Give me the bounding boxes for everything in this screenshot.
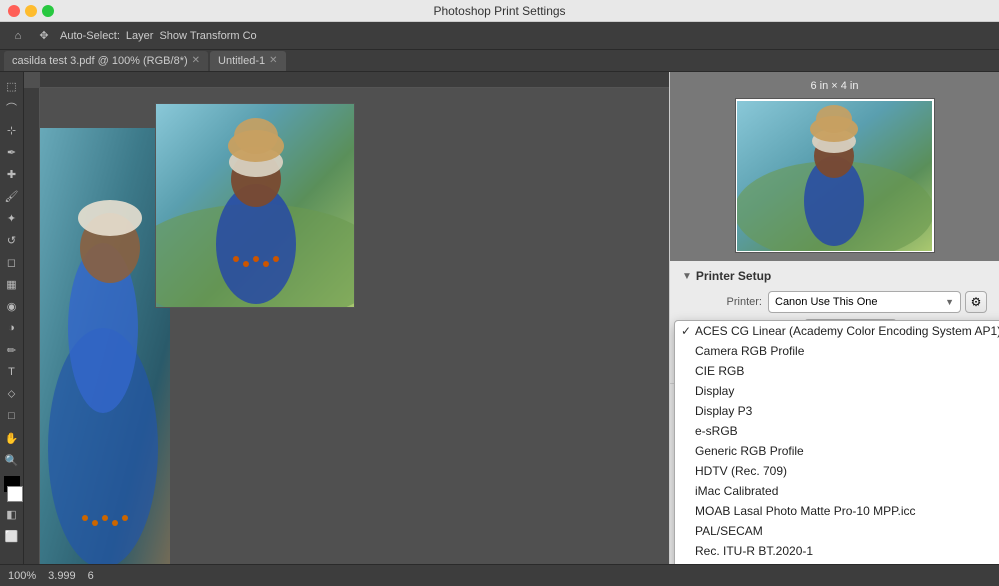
print-preview-image (737, 101, 932, 251)
tool-heal[interactable]: ✚ (2, 164, 22, 184)
toolbar: ⌂ ✥ Auto-Select: Layer Show Transform Co (0, 22, 999, 50)
printer-select-arrow: ▼ (945, 297, 954, 307)
show-transform-label: Show Transform Co (159, 30, 256, 42)
window-title: Photoshop Print Settings (433, 4, 565, 18)
tool-rectangle-select[interactable]: ⬚ (2, 76, 22, 96)
printer-select-wrapper: Canon Use This One ▼ ⚙ (768, 291, 987, 313)
y-coord: 6 (88, 570, 94, 582)
tab-untitled[interactable]: Untitled-1 ✕ (210, 51, 285, 71)
tool-blur[interactable]: ◉ (2, 296, 22, 316)
tab-casilda-label: casilda test 3.pdf @ 100% (RGB/8*) (12, 55, 188, 67)
printer-row: Printer: Canon Use This One ▼ ⚙ (682, 291, 987, 313)
dropdown-item[interactable]: Rec. ITU-R BT.2020-1 (675, 541, 999, 561)
printer-value: Canon Use This One (775, 296, 878, 308)
dropdown-item[interactable]: iMac Calibrated (675, 481, 999, 501)
layer-label: Layer (126, 30, 154, 42)
dropdown-item[interactable]: MOAB Lasal Photo Matte Pro-10 MPP.icc (675, 501, 999, 521)
tool-screen-mode[interactable]: ⬜ (2, 526, 22, 546)
tab-casilda-close[interactable]: ✕ (192, 55, 200, 66)
tool-path-select[interactable]: ⬦ (2, 384, 22, 404)
print-dialog: 6 in × 4 in (669, 72, 999, 564)
tool-dodge[interactable]: ◑ (2, 318, 22, 338)
printer-label: Printer: (682, 296, 762, 308)
printer-select[interactable]: Canon Use This One ▼ (768, 291, 961, 313)
tab-untitled-close[interactable]: ✕ (269, 55, 277, 66)
dropdown-item[interactable]: Camera RGB Profile (675, 341, 999, 361)
canvas-area: 6 in × 4 in (24, 72, 999, 564)
printer-settings-icon-btn[interactable]: ⚙ (965, 291, 987, 313)
dropdown-item[interactable]: Generic RGB Profile (675, 441, 999, 461)
move-icon[interactable]: ✥ (34, 26, 54, 46)
home-icon[interactable]: ⌂ (8, 26, 28, 46)
tool-history[interactable]: ↺ (2, 230, 22, 250)
tool-stamp[interactable]: ✦ (2, 208, 22, 228)
tool-brush[interactable]: 🖌 (2, 186, 22, 206)
canvas-art-left (40, 128, 170, 564)
tool-eyedropper[interactable]: ✒ (2, 142, 22, 162)
zoom-level: 100% (8, 570, 36, 582)
dropdown-item[interactable]: HDTV (Rec. 709) (675, 461, 999, 481)
printer-setup-label: Printer Setup (696, 269, 771, 283)
dropdown-item[interactable]: CIE RGB (675, 361, 999, 381)
dropdown-item[interactable]: Display P3 (675, 401, 999, 421)
canvas-image-center (155, 103, 355, 308)
tools-panel: ⬚ ⌒ ⊹ ✒ ✚ 🖌 ✦ ↺ ◻ ▦ ◉ ◑ ✏ T ⬦ □ ✋ 🔍 ◧ ⬜ (0, 72, 24, 564)
traffic-lights (8, 5, 54, 17)
tab-casilda[interactable]: casilda test 3.pdf @ 100% (RGB/8*) ✕ (4, 51, 208, 71)
tool-eraser[interactable]: ◻ (2, 252, 22, 272)
tool-background-color[interactable] (7, 486, 23, 502)
tool-gradient[interactable]: ▦ (2, 274, 22, 294)
tab-bar: casilda test 3.pdf @ 100% (RGB/8*) ✕ Unt… (0, 50, 999, 72)
status-bar: 100% 3.999 6 (0, 564, 999, 586)
minimize-button[interactable] (25, 5, 37, 17)
tool-lasso[interactable]: ⌒ (2, 98, 22, 118)
x-coord: 3.999 (48, 570, 76, 582)
tool-text[interactable]: T (2, 362, 22, 382)
tab-untitled-label: Untitled-1 (218, 55, 265, 67)
tool-crop[interactable]: ⊹ (2, 120, 22, 140)
main-content: ⬚ ⌒ ⊹ ✒ ✚ 🖌 ✦ ↺ ◻ ▦ ◉ ◑ ✏ T ⬦ □ ✋ 🔍 ◧ ⬜ (0, 72, 999, 564)
tool-zoom[interactable]: 🔍 (2, 450, 22, 470)
print-preview-box (735, 98, 935, 253)
print-preview-area: 6 in × 4 in (670, 72, 999, 261)
ruler-vertical (24, 88, 40, 564)
tool-hand[interactable]: ✋ (2, 428, 22, 448)
tool-shape[interactable]: □ (2, 406, 22, 426)
canvas-art-center (156, 104, 355, 308)
printer-setup-header: ▼ Printer Setup (682, 269, 987, 283)
dropdown-item[interactable]: e-sRGB (675, 421, 999, 441)
dropdown-item[interactable]: PAL/SECAM (675, 521, 999, 541)
print-size-label: 6 in × 4 in (810, 80, 858, 92)
auto-select-label: Auto-Select: (60, 30, 120, 42)
dropdown-item[interactable]: ACES CG Linear (Academy Color Encoding S… (675, 321, 999, 341)
tool-quick-mask[interactable]: ◧ (2, 504, 22, 524)
canvas-image-left (40, 128, 170, 564)
dropdown-item[interactable]: Display (675, 381, 999, 401)
titlebar: Photoshop Print Settings (0, 0, 999, 22)
dropdown-item[interactable]: Rec. ITU-R BT.709-5 (675, 561, 999, 564)
collapse-icon[interactable]: ▼ (682, 271, 692, 282)
tool-pen[interactable]: ✏ (2, 340, 22, 360)
maximize-button[interactable] (42, 5, 54, 17)
close-button[interactable] (8, 5, 20, 17)
printer-profile-dropdown[interactable]: ACES CG Linear (Academy Color Encoding S… (674, 320, 999, 564)
